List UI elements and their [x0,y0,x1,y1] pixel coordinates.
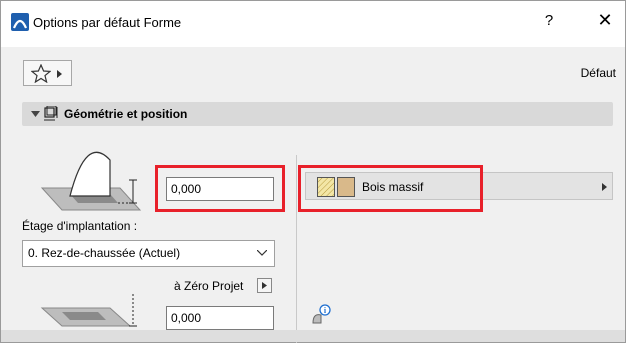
next-section-edge [1,330,625,342]
star-icon [31,64,51,83]
help-button[interactable]: ? [539,12,559,34]
column-divider [296,155,297,343]
window-title: Options par défaut Forme [33,15,182,30]
caret-right-icon [57,70,62,78]
caret-right-icon [262,282,267,289]
section-title: Géométrie et position [64,107,188,121]
floor-select-value: 0. Rez-de-chaussée (Actuel) [28,246,181,260]
highlight-material [298,165,483,212]
elevation-diagram [40,294,137,327]
caret-right-icon[interactable] [602,183,607,191]
highlight-height-input [155,165,285,212]
floor-label: Étage d'implantation : [22,219,138,233]
default-label: Défaut [580,66,616,80]
object-height-diagram [40,151,142,211]
offset-input[interactable]: 0,000 [166,306,274,330]
favorites-button[interactable] [23,60,72,86]
archicad-app-icon [11,13,29,31]
close-button[interactable]: ✕ [594,10,616,32]
offset-reference-button[interactable] [257,278,272,293]
info-anchor-icon[interactable]: i [309,303,333,327]
chevron-down-icon [257,250,267,256]
offset-reference-label: à Zéro Projet [174,279,244,293]
geometry-position-icon [44,106,58,121]
chevron-down-icon[interactable] [31,111,40,117]
